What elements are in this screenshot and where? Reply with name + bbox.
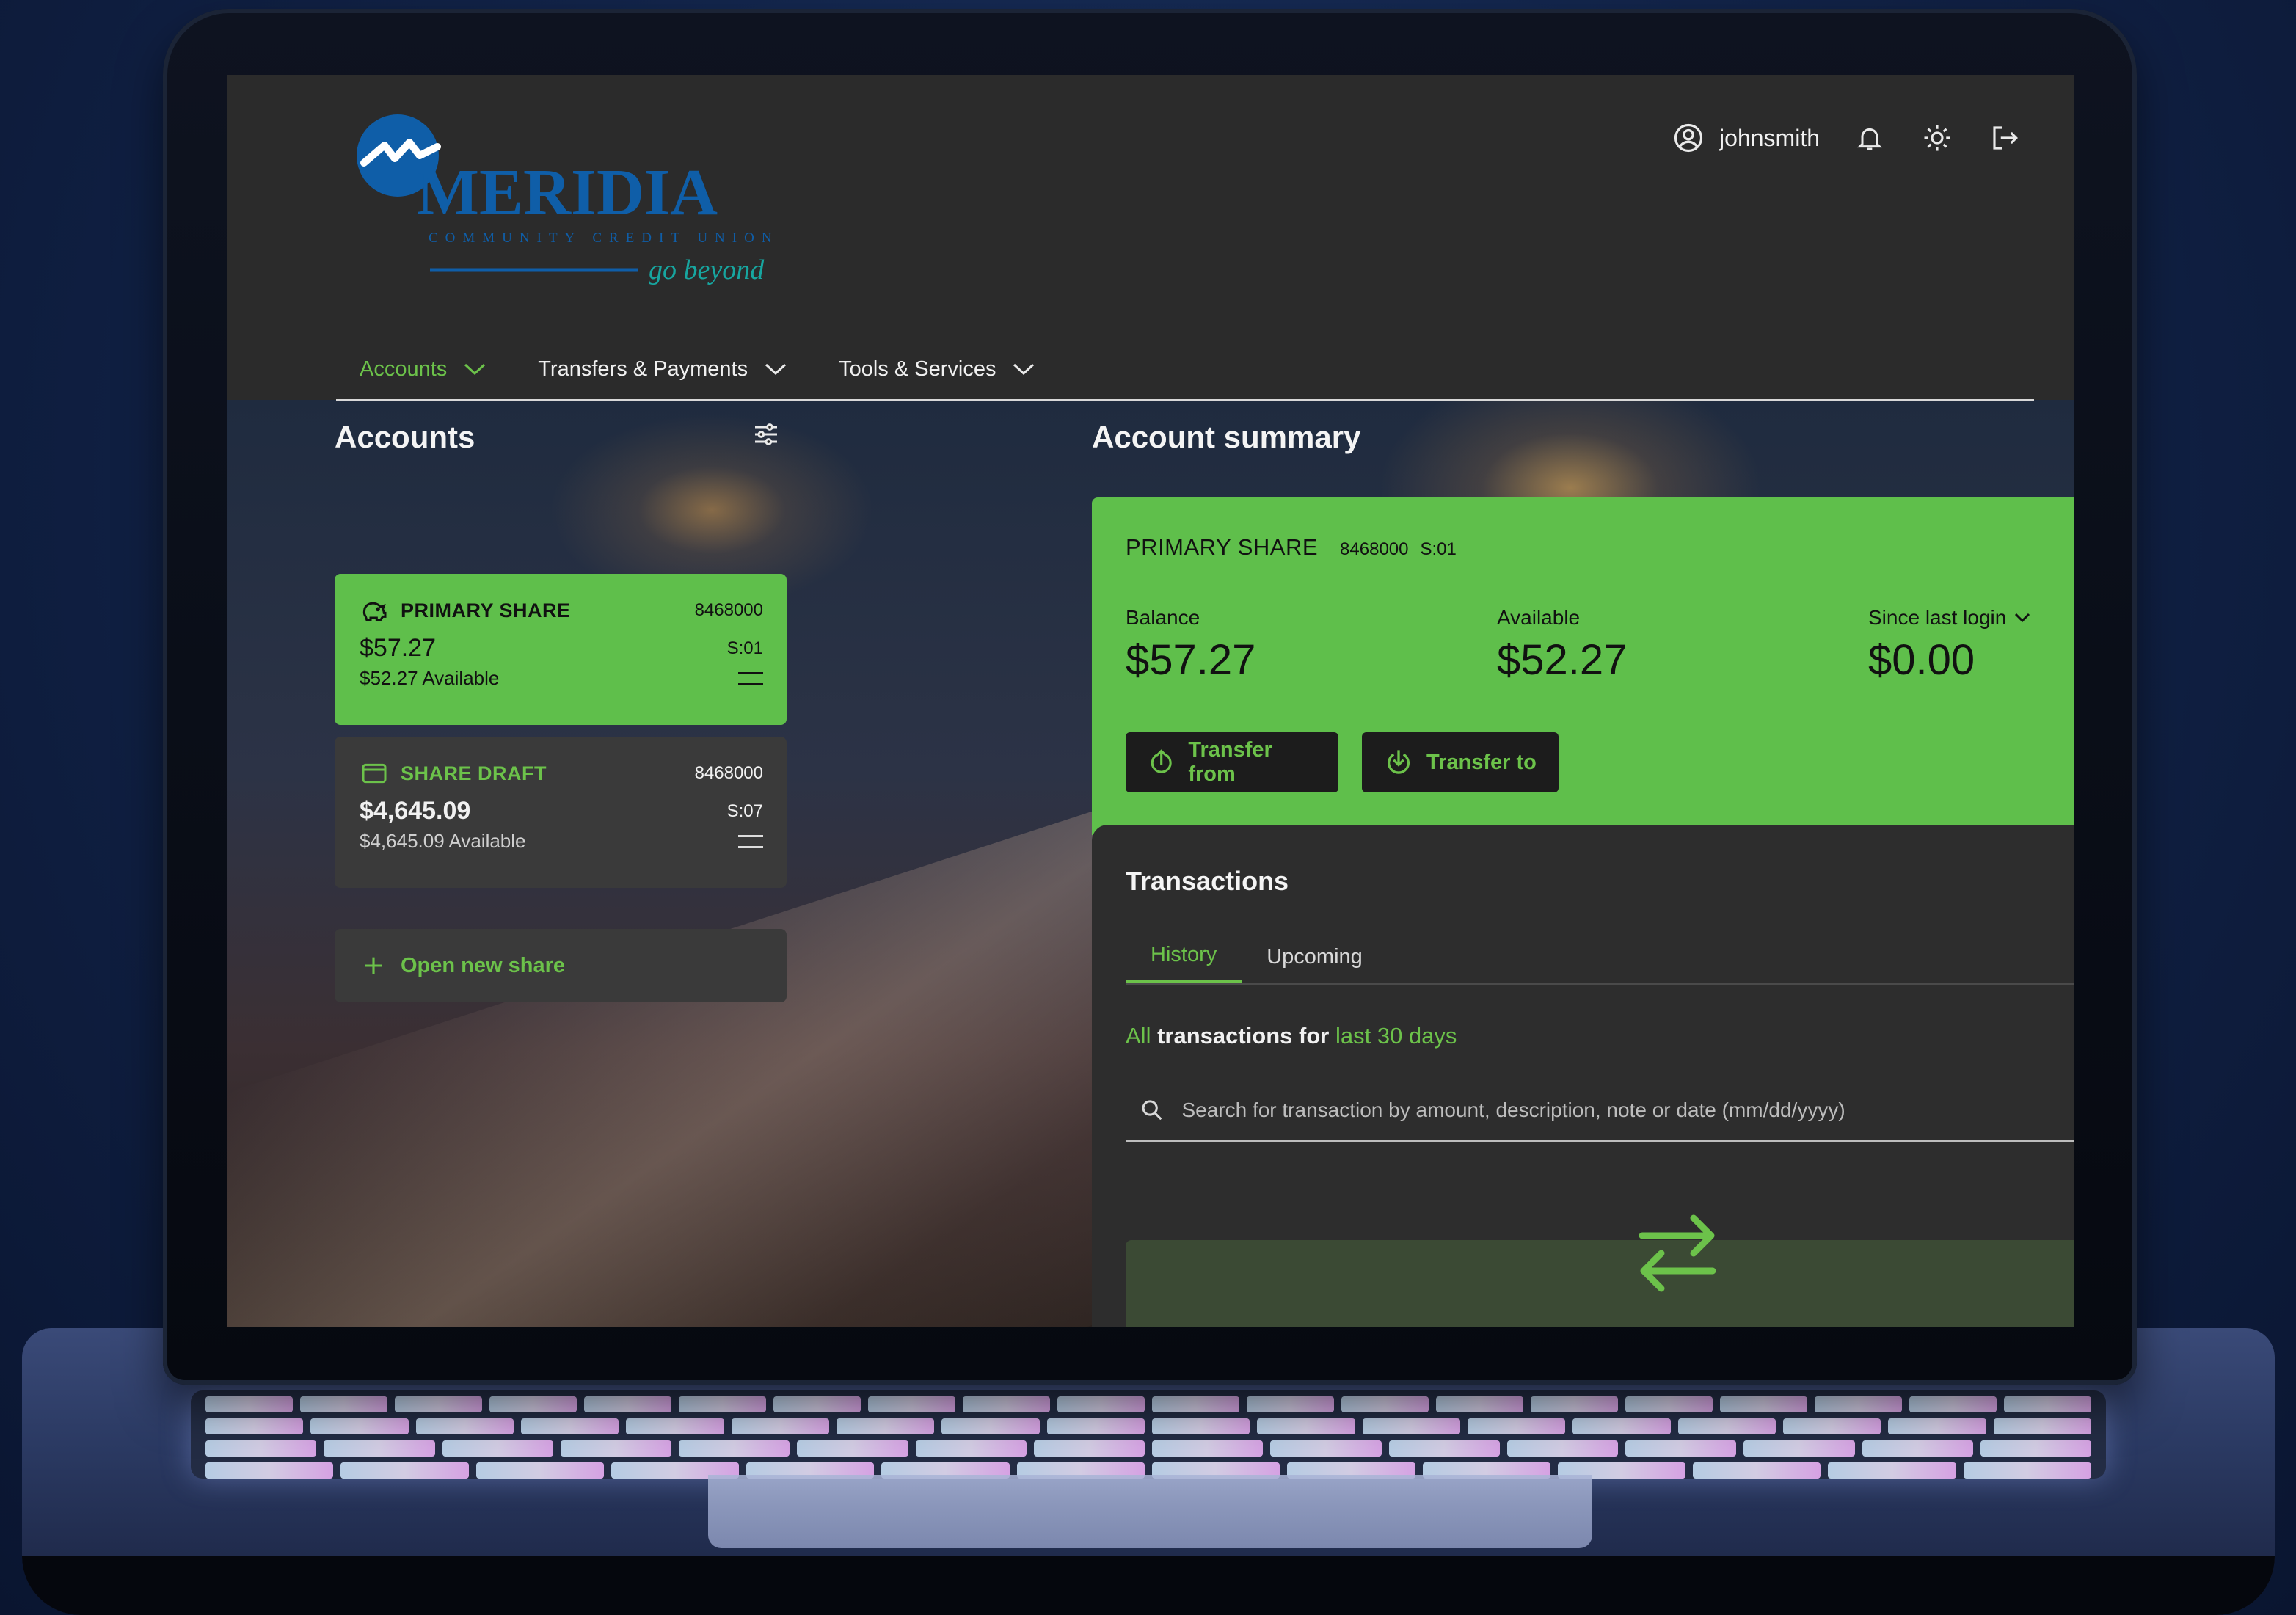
tab-upcoming[interactable]: Upcoming [1242, 930, 1388, 983]
account-name: SHARE DRAFT [401, 762, 547, 784]
account-balance: $4,645.09 [360, 797, 471, 825]
piggy-bank-icon [362, 602, 387, 621]
filter-range-link[interactable]: last 30 days [1335, 1023, 1457, 1049]
summary-account-number: 8468000 [1340, 539, 1409, 559]
swap-arrows-icon [1639, 1214, 1716, 1292]
balance-label: Balance [1126, 606, 1200, 629]
sun-icon[interactable] [1920, 120, 1955, 156]
transfer-from-button[interactable]: Transfer from [1126, 732, 1338, 792]
chevron-down-icon [765, 363, 787, 376]
logout-icon[interactable] [1987, 120, 2022, 156]
since-last-login-stat: Since last login $0.00 [1868, 606, 2031, 685]
drag-handle-icon[interactable] [738, 834, 763, 848]
account-available: $4,645.09 Available [360, 830, 526, 852]
balance-stat: Balance $57.27 [1126, 606, 1255, 685]
search-icon [1142, 1099, 1162, 1120]
account-number: 8468000 [694, 763, 763, 783]
app-screen: MERIDIA COMMUNITY CREDIT UNION go beyond… [227, 75, 2074, 1327]
bell-icon[interactable] [1852, 120, 1887, 156]
account-number: 8468000 [694, 600, 763, 620]
transfer-to-label: Transfer to [1426, 750, 1537, 774]
account-name: PRIMARY SHARE [401, 599, 571, 621]
search-input[interactable] [1180, 1097, 2074, 1123]
transactions-filter-summary: All transactions for last 30 days [1126, 1023, 1457, 1049]
nav-tools-services[interactable]: Tools & Services [839, 357, 1035, 382]
transaction-search [1126, 1080, 2074, 1142]
user-area: johnsmith [1671, 112, 2022, 164]
chevron-down-icon [2015, 613, 2030, 623]
svg-text:COMMUNITY CREDIT UNION: COMMUNITY CREDIT UNION [429, 230, 779, 246]
balance-value: $57.27 [1126, 636, 1256, 684]
available-label: Available [1497, 606, 1581, 629]
username: johnsmith [1719, 124, 1820, 151]
transactions-card: Transactions History Upcoming All transa… [1092, 825, 2074, 1327]
summary-account-name: PRIMARY SHARE [1126, 534, 1319, 560]
chevron-down-icon [1013, 363, 1035, 376]
since-last-login-dropdown[interactable]: Since last login [1868, 606, 2031, 630]
main-nav: Accounts Transfers & Payments Tools & Se… [336, 339, 2034, 401]
account-summary-title: Account summary [1092, 420, 1361, 454]
transfer-in-icon [1388, 750, 1410, 774]
filter-mid-text: transactions for [1157, 1023, 1330, 1049]
meridia-logo[interactable]: MERIDIA COMMUNITY CREDIT UNION go beyond [357, 97, 782, 295]
wallet-icon [362, 763, 387, 784]
account-balance: $57.27 [360, 634, 436, 662]
account-card-share-draft[interactable]: SHARE DRAFT 8468000 $4,645.09 S:07 $4,64… [335, 737, 787, 888]
laptop-base-edge [22, 1556, 2275, 1615]
transactions-empty-state [1126, 1214, 2074, 1327]
user-menu[interactable]: johnsmith [1671, 120, 1820, 156]
accounts-title: Accounts [335, 420, 475, 454]
nav-accounts[interactable]: Accounts [360, 357, 486, 382]
transfer-from-label: Transfer from [1188, 738, 1272, 786]
filter-type-link[interactable]: All [1126, 1023, 1151, 1049]
nav-transfers-label: Transfers & Payments [538, 357, 748, 381]
svg-text:MERIDIA: MERIDIA [417, 156, 718, 229]
transfer-to-button[interactable]: Transfer to [1362, 732, 1559, 792]
drag-handle-icon[interactable] [738, 671, 763, 685]
svg-text:go beyond: go beyond [649, 255, 765, 285]
account-summary-card: PRIMARY SHARE 8468000 S:01 Balance $57.2… [1092, 497, 2074, 835]
since-last-login-label: Since last login [1868, 606, 2007, 629]
nav-transfers-payments[interactable]: Transfers & Payments [538, 357, 787, 382]
tab-history[interactable]: History [1126, 930, 1242, 983]
app-header: MERIDIA COMMUNITY CREDIT UNION go beyond… [227, 75, 2074, 401]
trackpad [708, 1475, 1592, 1548]
accounts-panel: Accounts PRIMARY SHARE 8468000 $57.27 S:… [335, 420, 787, 1002]
open-new-share-button[interactable]: Open new share [335, 929, 787, 1002]
account-suffix: S:07 [726, 801, 763, 821]
summary-account-suffix: S:01 [1420, 539, 1457, 559]
account-suffix: S:01 [726, 638, 763, 658]
nav-accounts-label: Accounts [360, 357, 448, 381]
transfer-out-icon [1151, 749, 1172, 773]
keyboard [191, 1390, 2106, 1479]
account-available: $52.27 Available [360, 667, 500, 689]
transactions-title: Transactions [1126, 866, 1289, 896]
nav-tools-label: Tools & Services [839, 357, 996, 381]
user-circle-icon [1671, 120, 1706, 156]
transactions-tabs: History Upcoming [1126, 930, 2074, 985]
chevron-down-icon [464, 363, 486, 376]
available-value: $52.27 [1497, 636, 1628, 684]
account-card-primary-share[interactable]: PRIMARY SHARE 8468000 $57.27 S:01 $52.27… [335, 574, 787, 725]
plus-icon [365, 957, 382, 974]
open-new-share-label: Open new share [401, 953, 566, 977]
available-stat: Available $52.27 [1497, 606, 1627, 685]
sliders-icon[interactable] [751, 420, 781, 453]
since-last-login-value: $0.00 [1868, 636, 1975, 684]
